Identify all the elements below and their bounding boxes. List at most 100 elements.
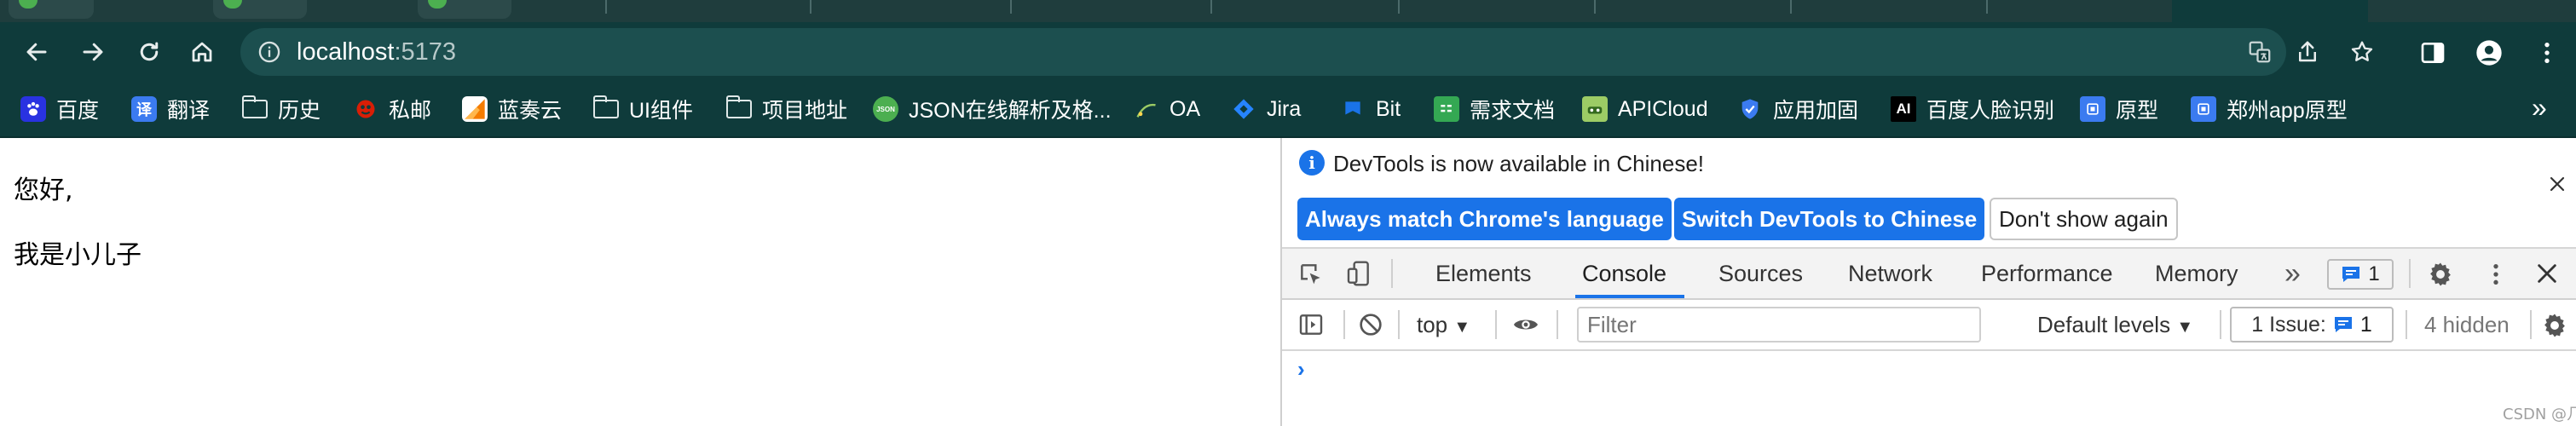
- json-icon: JSON: [873, 96, 898, 122]
- bookmark-docs[interactable]: 需求文档: [1434, 92, 1555, 126]
- bookmark-lanzou[interactable]: 蓝奏云: [462, 92, 562, 126]
- folder-icon: [593, 95, 619, 118]
- always-match-language-button[interactable]: Always match Chrome's language: [1297, 198, 1672, 240]
- chrome-menu-icon[interactable]: [2533, 39, 2561, 66]
- bit-icon: [1340, 96, 1366, 122]
- profile-avatar-icon[interactable]: [2475, 39, 2503, 66]
- mail-icon: [353, 96, 378, 122]
- tab-elements[interactable]: Elements: [1435, 249, 1532, 298]
- bookmark-zhengzhou-prototype[interactable]: 郑州app原型: [2191, 92, 2348, 126]
- side-panel-icon[interactable]: [2419, 39, 2446, 66]
- tab-network[interactable]: Network: [1848, 249, 1932, 298]
- devtools-panel: i DevTools is now available in Chinese! …: [1280, 138, 2576, 426]
- log-levels-label: Default levels: [2037, 312, 2171, 337]
- forward-button[interactable]: [75, 34, 111, 70]
- bookmark-folder-ui[interactable]: UI组件: [593, 92, 693, 126]
- bookmark-star-icon[interactable]: [2349, 39, 2375, 65]
- tab-sources[interactable]: Sources: [1718, 249, 1803, 298]
- bookmark-label: OA: [1170, 96, 1201, 121]
- bookmark-label: 原型: [2116, 99, 2159, 123]
- bookmark-jira[interactable]: Jira: [1231, 92, 1301, 126]
- bookmark-label: UI组件: [629, 99, 694, 123]
- bookmark-label: 私邮: [389, 99, 432, 123]
- bookmark-apicloud[interactable]: APICloud: [1582, 92, 1708, 126]
- live-expression-eye-icon[interactable]: [1510, 311, 1541, 338]
- dont-show-again-button[interactable]: Don't show again: [1990, 198, 2178, 240]
- translate-icon[interactable]: [2247, 39, 2273, 65]
- context-selector[interactable]: top ▼: [1417, 312, 1470, 338]
- bookmark-label: 蓝奏云: [498, 99, 563, 123]
- oa-icon: [1134, 96, 1159, 122]
- toolbar-divider: [2220, 310, 2221, 339]
- settings-gear-icon[interactable]: [2426, 260, 2455, 289]
- issues-badge[interactable]: 1: [2327, 259, 2394, 290]
- language-infobar: i DevTools is now available in Chinese! …: [1282, 138, 2576, 249]
- bookmark-baidu[interactable]: 百度: [20, 92, 99, 126]
- tab-strip: [0, 0, 2576, 22]
- back-button[interactable]: [19, 34, 55, 70]
- bookmark-label: APICloud: [1618, 96, 1708, 121]
- tab-console[interactable]: Console: [1582, 249, 1666, 298]
- bookmarks-overflow-button[interactable]: »: [2532, 92, 2547, 124]
- reload-button[interactable]: [131, 34, 167, 70]
- close-devtools-icon[interactable]: [2535, 262, 2559, 285]
- clear-console-icon[interactable]: [1357, 311, 1384, 338]
- intro-line: 我是小儿子: [14, 240, 142, 270]
- home-button[interactable]: [184, 34, 220, 70]
- toolbar-divider: [2530, 310, 2532, 339]
- folder-icon: [242, 95, 268, 118]
- tab[interactable]: [213, 0, 307, 19]
- tab-separator: [1594, 0, 1596, 14]
- active-tab[interactable]: [2172, 0, 2368, 22]
- folder-icon: [726, 95, 752, 118]
- bookmark-prototype[interactable]: 原型: [2080, 92, 2158, 126]
- bookmark-baidu-face[interactable]: AI 百度人脸识别: [1891, 92, 2054, 126]
- site-info-icon[interactable]: [257, 40, 281, 64]
- tab-favicon: [19, 0, 38, 9]
- log-levels-dropdown[interactable]: Default levels ▼: [2037, 312, 2193, 338]
- active-tab-indicator: [1575, 295, 1684, 298]
- bookmark-json[interactable]: JSON JSON在线解析及格...: [873, 92, 1112, 126]
- more-tabs-button[interactable]: »: [2284, 249, 2301, 298]
- console-prompt[interactable]: ›: [1297, 356, 1305, 383]
- bookmark-app-hardening[interactable]: 应用加固: [1737, 92, 1858, 126]
- console-settings-gear-icon[interactable]: [2540, 311, 2569, 340]
- bookmark-label: 翻译: [167, 99, 211, 123]
- bookmark-translate[interactable]: 译 翻译: [131, 92, 210, 126]
- bookmark-bit[interactable]: Bit: [1340, 92, 1401, 126]
- bookmarks-bar: 百度 译 翻译 历史 私邮 蓝奏云 UI组件 项目地址 JSON JSON在线解…: [0, 82, 2576, 138]
- console-filter-input[interactable]: [1577, 307, 1981, 343]
- tab[interactable]: [9, 0, 94, 19]
- devtools-tab-bar: Elements Console Sources Network Perform…: [1282, 249, 2576, 300]
- back-arrow-icon: [26, 43, 47, 61]
- inspect-element-icon[interactable]: [1297, 261, 1325, 288]
- url-text[interactable]: localhost:5173: [297, 38, 456, 66]
- issues-label: 1 Issue:: [2251, 312, 2326, 337]
- customize-menu-icon[interactable]: [2482, 260, 2510, 289]
- toolbar-divider: [1343, 310, 1345, 339]
- page-viewport: 您好, 我是小儿子: [0, 138, 1279, 426]
- tab[interactable]: [418, 0, 511, 19]
- close-infobar-icon[interactable]: [2547, 174, 2567, 194]
- bookmark-mail[interactable]: 私邮: [353, 92, 431, 126]
- address-bar[interactable]: localhost:5173: [240, 28, 2286, 76]
- show-sidebar-icon[interactable]: [1297, 311, 1325, 338]
- bookmark-folder-history[interactable]: 历史: [242, 92, 321, 126]
- bookmark-label: 郑州app原型: [2227, 99, 2348, 123]
- issues-button[interactable]: 1 Issue: 1: [2230, 307, 2394, 343]
- tab-performance[interactable]: Performance: [1981, 249, 2113, 298]
- context-label: top: [1417, 312, 1448, 337]
- jira-icon: [1231, 96, 1256, 122]
- forward-arrow-icon: [83, 43, 103, 61]
- share-icon[interactable]: [2295, 39, 2320, 65]
- switch-to-chinese-button[interactable]: Switch DevTools to Chinese: [1674, 198, 1985, 240]
- bookmark-oa[interactable]: OA: [1134, 92, 1200, 126]
- tab-memory[interactable]: Memory: [2155, 249, 2238, 298]
- infobar-message: DevTools is now available in Chinese!: [1333, 151, 1705, 176]
- issues-count: 1: [2359, 312, 2372, 337]
- bookmark-label: 应用加固: [1773, 99, 1859, 123]
- bookmark-folder-projects[interactable]: 项目地址: [726, 92, 847, 126]
- device-toolbar-icon[interactable]: [1345, 259, 1372, 288]
- greeting-line: 您好,: [14, 176, 73, 205]
- prototype-icon: [2191, 96, 2216, 122]
